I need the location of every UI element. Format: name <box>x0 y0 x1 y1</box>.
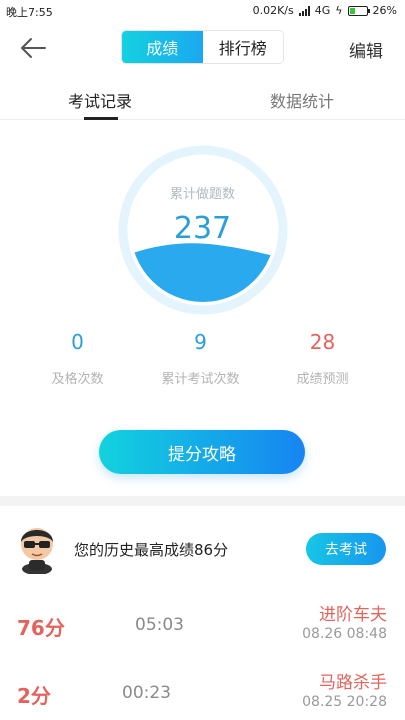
stat-value: 0 <box>71 330 84 354</box>
record-title: 马路杀手 <box>319 673 387 693</box>
network-speed: 0.02K/s <box>252 4 294 17</box>
list-item[interactable]: 76分 05:03 进阶车夫 08.26 08:48 <box>0 600 405 660</box>
back-arrow-icon[interactable] <box>18 33 48 63</box>
record-date: 08.26 08:48 <box>302 626 387 642</box>
strategy-button[interactable]: 提分攻略 <box>99 430 305 474</box>
go-exam-button[interactable]: 去考试 <box>306 533 386 565</box>
status-time: 晚上7:55 <box>6 6 53 19</box>
record-duration: 00:23 <box>122 683 171 703</box>
battery-percent: 26% <box>372 4 397 17</box>
tab-exam-records[interactable]: 考试记录 <box>68 88 132 112</box>
stat-exam-count: 9 累计考试次数 <box>133 330 268 387</box>
record-title: 进阶车夫 <box>319 605 387 625</box>
status-right: 0.02K/s 4G ϟ 26% <box>253 4 397 17</box>
stat-value: 28 <box>309 330 336 354</box>
gauge-value: 237 <box>173 211 232 246</box>
list-item[interactable]: 2分 00:23 马路杀手 08.25 20:28 <box>0 668 405 720</box>
edit-button[interactable]: 编辑 <box>349 37 383 62</box>
tab-ranking[interactable]: 排行榜 <box>202 31 283 63</box>
record-date: 08.25 20:28 <box>302 694 387 710</box>
active-tab-indicator <box>84 117 118 120</box>
tab-score[interactable]: 成绩 <box>122 31 203 63</box>
tab-data-stats[interactable]: 数据统计 <box>270 88 334 112</box>
stat-label: 累计考试次数 <box>161 372 240 387</box>
avatar <box>21 528 53 574</box>
top-bar: 成绩 排行榜 编辑 <box>0 22 405 74</box>
record-score: 2分 <box>17 684 51 708</box>
charging-icon: ϟ <box>335 4 343 17</box>
stat-label: 成绩预测 <box>296 372 349 387</box>
status-bar: 晚上7:55 0.02K/s 4G ϟ 26% <box>0 0 405 22</box>
stat-label: 及格次数 <box>51 372 104 387</box>
best-score-text: 您的历史最高成绩86分 <box>74 541 229 559</box>
battery-icon <box>347 5 370 16</box>
sub-tabs: 考试记录 数据统计 <box>0 74 405 120</box>
record-score: 76分 <box>17 616 65 640</box>
segment-control: 成绩 排行榜 <box>121 30 284 64</box>
signal-icon <box>298 5 310 16</box>
stat-value: 9 <box>194 330 207 354</box>
stat-pass-count: 0 及格次数 <box>10 330 145 387</box>
gauge-caption: 累计做题数 <box>169 187 235 202</box>
section-divider <box>0 496 405 506</box>
stat-score-prediction: 28 成绩预测 <box>255 330 390 387</box>
record-duration: 05:03 <box>135 615 184 635</box>
network-type: 4G <box>314 4 331 17</box>
